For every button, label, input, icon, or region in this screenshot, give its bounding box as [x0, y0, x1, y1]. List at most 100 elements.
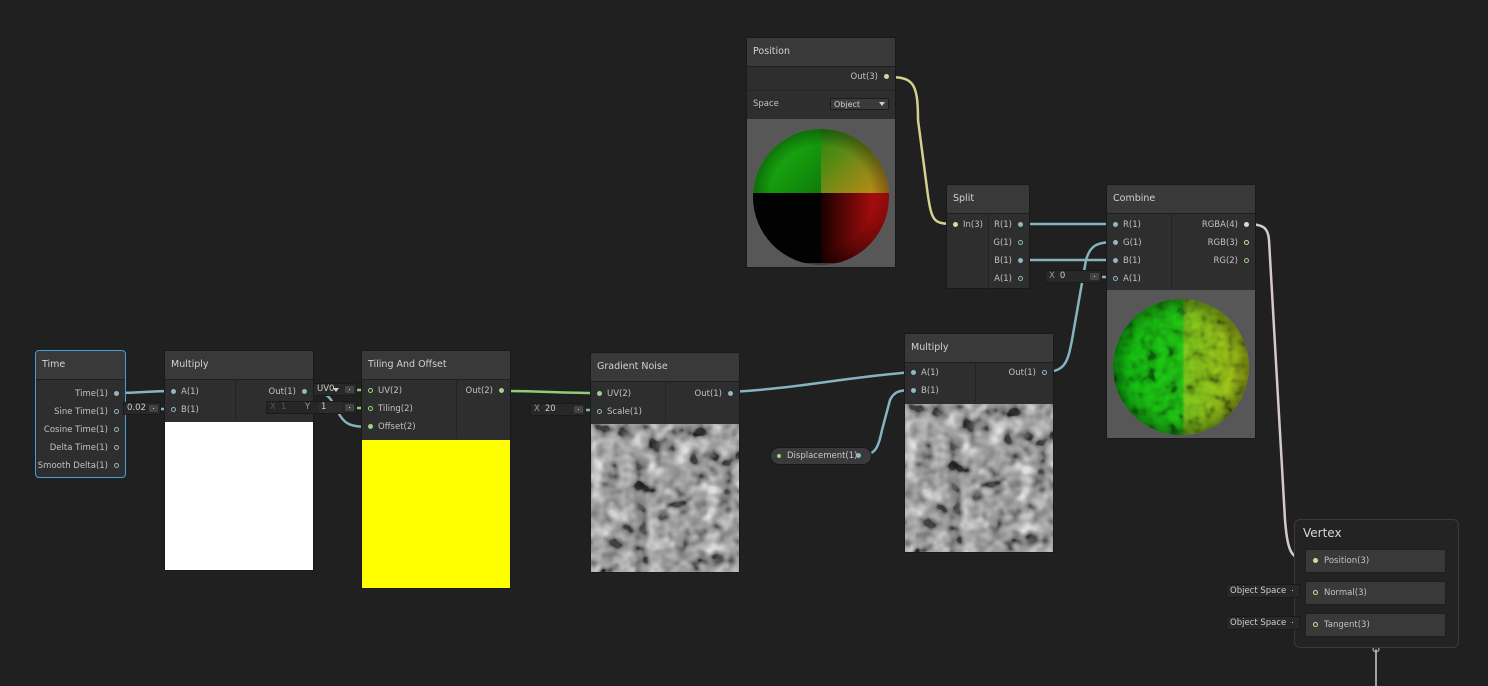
gradient-noise-node[interactable]: Gradient Noise UV(2) Scale(1) Out(1): [590, 352, 740, 573]
combine-out-rgb[interactable]: RGB(3): [1208, 234, 1255, 252]
multiply-node-1[interactable]: Multiply A(1) B(1) Out(1): [164, 350, 314, 571]
time-out-sine[interactable]: Sine Time(1): [54, 403, 125, 421]
vertex-normal-space-field[interactable]: Object Space: [1226, 584, 1300, 598]
noise-out[interactable]: Out(1): [695, 385, 739, 403]
multiply1-out[interactable]: Out(1): [269, 383, 313, 401]
tiling-out-dot[interactable]: [499, 388, 504, 393]
split-out-r-label: R(1): [994, 220, 1012, 230]
chevron-down-icon: [333, 388, 339, 392]
multiply2-in-b-dot[interactable]: [911, 388, 916, 393]
tiling-y-value: 1: [319, 402, 343, 413]
tiling-offset-node[interactable]: Tiling And Offset UV(2) Tiling(2) Offset…: [361, 350, 511, 589]
multiply2-in-b[interactable]: B(1): [905, 382, 939, 400]
time-node[interactable]: Time Time(1) Sine Time(1) Cosine Time(1)…: [35, 350, 126, 478]
time-out-time-dot[interactable]: [114, 391, 119, 396]
noise-in-uv[interactable]: UV(2): [591, 385, 631, 403]
multiply2-out[interactable]: Out(1): [1009, 364, 1053, 382]
combine-in-a[interactable]: A(1): [1107, 270, 1141, 288]
combine-out-rgba-dot[interactable]: [1244, 222, 1249, 227]
combine-a-axis-label: X: [1049, 271, 1055, 281]
noise-in-scale[interactable]: Scale(1): [591, 403, 642, 421]
time-out-sine-label: Sine Time(1): [54, 407, 108, 417]
noise-scale-field[interactable]: X 20: [530, 403, 586, 416]
split-out-a[interactable]: A(1): [994, 270, 1029, 288]
split-out-a-dot[interactable]: [1018, 276, 1023, 281]
displacement-property[interactable]: Displacement(1): [770, 447, 872, 465]
multiply1-in-b[interactable]: B(1): [165, 401, 199, 419]
time-out-smooth[interactable]: Smooth Delta(1): [38, 457, 125, 475]
multiply2-in-a[interactable]: A(1): [905, 364, 939, 382]
combine-node[interactable]: Combine R(1) G(1) B(1) A(1) RGBA(4) RGB(…: [1106, 184, 1256, 439]
combine-in-g[interactable]: G(1): [1107, 234, 1142, 252]
tiling-x-value: 1: [280, 402, 287, 412]
combine-in-g-dot[interactable]: [1113, 240, 1118, 245]
split-out-g-dot[interactable]: [1018, 240, 1023, 245]
time-out-cosine-dot[interactable]: [114, 427, 119, 432]
vertex-tangent-space-field[interactable]: Object Space: [1226, 616, 1300, 630]
noise-preview-texture: [591, 424, 739, 572]
time-out-smooth-dot[interactable]: [114, 463, 119, 468]
combine-out-rg[interactable]: RG(2): [1213, 252, 1255, 270]
tiling-in-offset[interactable]: Offset(2): [362, 418, 416, 436]
noise-in-uv-dot[interactable]: [597, 391, 602, 396]
time-out-cosine[interactable]: Cosine Time(1): [44, 421, 125, 439]
vertex-block[interactable]: Vertex Position(3) Normal(3) Tangent(3): [1294, 519, 1459, 648]
position-space-dropdown[interactable]: Object: [830, 98, 889, 110]
time-out-time[interactable]: Time(1): [75, 385, 125, 403]
multiply1-in-a[interactable]: A(1): [165, 383, 199, 401]
vertex-position-dot[interactable]: [1313, 558, 1318, 563]
tiling-in-offset-dot[interactable]: [368, 424, 373, 429]
split-out-b[interactable]: B(1): [994, 252, 1029, 270]
combine-in-a-dot[interactable]: [1113, 276, 1118, 281]
multiply2-in-a-dot[interactable]: [911, 370, 916, 375]
split-out-r-dot[interactable]: [1018, 222, 1023, 227]
noise-in-scale-dot[interactable]: [597, 409, 602, 414]
vertex-tangent-slot[interactable]: Tangent(3): [1305, 613, 1446, 637]
multiply2-preview: [905, 404, 1053, 552]
split-node[interactable]: Split In(3) R(1) G(1) B(1) A(1): [946, 184, 1030, 289]
position-out-port[interactable]: Out(3): [851, 68, 895, 86]
multiply2-in-a-label: A(1): [921, 368, 939, 378]
multiply1-in-b-dot[interactable]: [171, 407, 176, 412]
combine-in-b-dot[interactable]: [1113, 258, 1118, 263]
tiling-in-uv-dot[interactable]: [368, 388, 373, 393]
vertex-normal-dot[interactable]: [1313, 590, 1318, 595]
combine-out-rgba[interactable]: RGBA(4): [1202, 216, 1255, 234]
combine-out-rg-dot[interactable]: [1244, 258, 1249, 263]
time-out-sine-dot[interactable]: [114, 409, 119, 414]
tiling-in-tiling-dot[interactable]: [368, 406, 373, 411]
multiply-node-2[interactable]: Multiply A(1) B(1) Out(1): [904, 333, 1054, 553]
position-node[interactable]: Position Out(3) Space Object: [746, 37, 896, 268]
multiply1-in-a-dot[interactable]: [171, 389, 176, 394]
combine-in-r[interactable]: R(1): [1107, 216, 1141, 234]
split-out-g[interactable]: G(1): [993, 234, 1029, 252]
position-out-dot[interactable]: [884, 74, 889, 79]
tiling-uv-connector: [345, 386, 354, 393]
multiply1-out-dot[interactable]: [302, 389, 307, 394]
combine-in-r-dot[interactable]: [1113, 222, 1118, 227]
multiply2-out-dot[interactable]: [1042, 370, 1047, 375]
position-node-title: Position: [747, 38, 895, 67]
multiply1-b-field[interactable]: 0.02: [123, 402, 161, 415]
tiling-uv-field[interactable]: UV0: [313, 383, 357, 396]
time-out-delta[interactable]: Delta Time(1): [50, 439, 125, 457]
vertex-normal-slot[interactable]: Normal(3): [1305, 581, 1446, 605]
tiling-tiling-field[interactable]: X1 Y 1: [266, 401, 357, 414]
noise-out-dot[interactable]: [728, 391, 733, 396]
time-out-delta-dot[interactable]: [114, 445, 119, 450]
split-out-r[interactable]: R(1): [994, 216, 1029, 234]
tiling-out[interactable]: Out(2): [466, 382, 510, 400]
combine-a-field[interactable]: X0: [1045, 270, 1102, 283]
tiling-in-uv[interactable]: UV(2): [362, 382, 402, 400]
split-out-b-dot[interactable]: [1018, 258, 1023, 263]
vertex-tangent-dot[interactable]: [1313, 622, 1318, 627]
combine-in-b[interactable]: B(1): [1107, 252, 1141, 270]
split-in-port[interactable]: In(3): [947, 216, 983, 234]
vertex-title: Vertex: [1303, 526, 1342, 540]
wire-noise-to-multiply2-a: [729, 370, 915, 394]
tiling-in-tiling[interactable]: Tiling(2): [362, 400, 413, 418]
combine-out-rgb-dot[interactable]: [1244, 240, 1249, 245]
displacement-out-dot[interactable]: [856, 453, 861, 458]
split-in-dot[interactable]: [953, 222, 958, 227]
vertex-position-slot[interactable]: Position(3): [1305, 549, 1446, 573]
